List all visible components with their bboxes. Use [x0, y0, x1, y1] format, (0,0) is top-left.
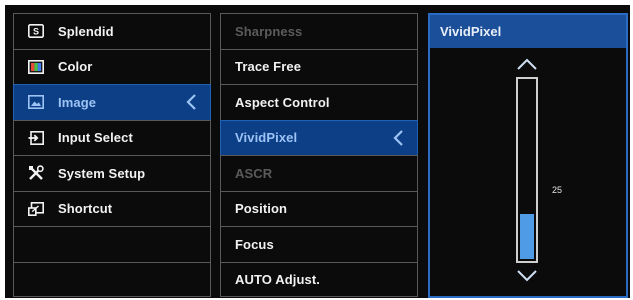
slider-value: 25 — [552, 185, 563, 195]
main-menu-label: Shortcut — [58, 201, 113, 217]
submenu-label: AUTO Adjust. — [235, 271, 320, 287]
image-submenu: Sharpness Trace Free Aspect Control Vivi… — [220, 13, 418, 297]
submenu-item-aspect-control[interactable]: Aspect Control — [220, 84, 418, 120]
main-menu-item-color[interactable]: Color — [13, 48, 211, 84]
submenu-label: Position — [235, 201, 288, 217]
submenu-label: Sharpness — [235, 23, 303, 39]
main-menu-item-system-setup[interactable]: System Setup — [13, 155, 211, 191]
submenu-item-focus[interactable]: Focus — [220, 226, 418, 262]
vividpixel-slider[interactable] — [516, 77, 538, 263]
main-menu-item-splendid[interactable]: S Splendid — [13, 13, 211, 49]
input-select-icon — [24, 128, 48, 148]
main-menu-label: System Setup — [58, 165, 146, 181]
main-menu-label: Image — [58, 94, 97, 110]
main-menu-label: Splendid — [58, 23, 114, 39]
submenu-item-ascr[interactable]: ASCR — [220, 155, 418, 191]
svg-text:S: S — [33, 27, 39, 37]
submenu-label: ASCR — [235, 165, 273, 181]
chevron-left-icon — [186, 94, 196, 111]
main-menu-item-empty — [13, 261, 211, 297]
submenu-item-sharpness[interactable]: Sharpness — [220, 13, 418, 49]
color-icon — [24, 57, 48, 77]
chevron-up-icon[interactable] — [515, 57, 539, 71]
submenu-item-vividpixel[interactable]: VividPixel — [220, 119, 418, 155]
submenu-item-position[interactable]: Position — [220, 190, 418, 226]
main-menu-item-input-select[interactable]: Input Select — [13, 119, 211, 155]
main-menu-item-empty — [13, 226, 211, 262]
main-menu-label: Input Select — [58, 130, 133, 146]
shortcut-icon — [24, 199, 48, 219]
system-setup-icon — [24, 163, 48, 183]
main-menu-label: Color — [58, 59, 93, 75]
submenu-label: Aspect Control — [235, 94, 330, 110]
vividpixel-panel: VividPixel 25 — [428, 13, 628, 298]
submenu-item-auto-adjust[interactable]: AUTO Adjust. — [220, 261, 418, 297]
chevron-down-icon[interactable] — [515, 269, 539, 283]
submenu-label: Trace Free — [235, 59, 302, 75]
submenu-item-trace-free[interactable]: Trace Free — [220, 48, 418, 84]
slider-fill — [520, 214, 534, 259]
main-menu-item-shortcut[interactable]: Shortcut — [13, 190, 211, 226]
main-menu-item-image[interactable]: Image — [13, 84, 211, 120]
panel-title: VividPixel — [430, 15, 626, 48]
main-menu: S Splendid Color Image Input Select Syst… — [13, 13, 211, 297]
submenu-label: Focus — [235, 236, 274, 252]
splendid-icon: S — [24, 21, 48, 41]
submenu-label: VividPixel — [235, 130, 298, 146]
image-icon — [24, 92, 48, 112]
chevron-left-icon — [393, 129, 403, 146]
osd-menu: S Splendid Color Image Input Select Syst… — [5, 5, 630, 298]
